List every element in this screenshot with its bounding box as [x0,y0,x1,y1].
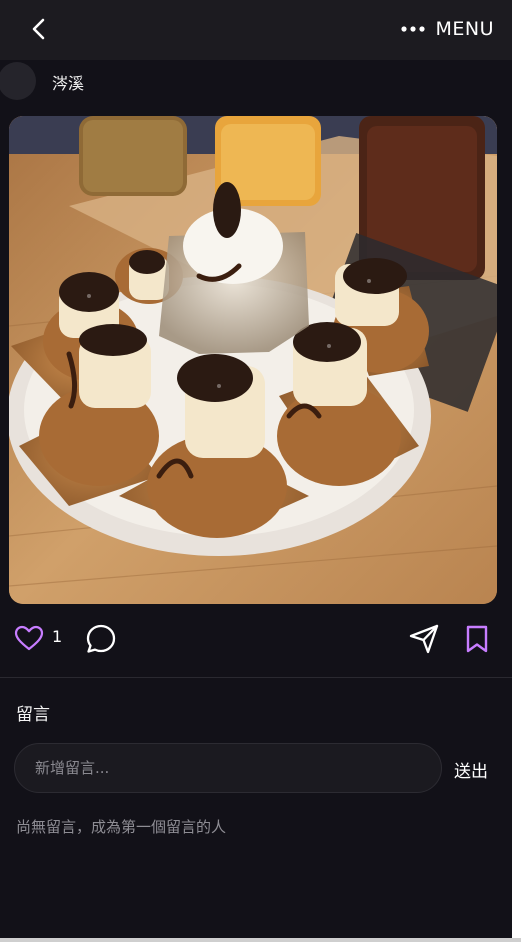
menu-label: MENU [435,18,494,40]
top-bar: MENU [0,0,512,60]
send-button[interactable]: 送出 [454,757,488,782]
back-button[interactable] [24,14,56,46]
bookmark-icon [466,625,488,653]
bookmark-button[interactable] [464,624,490,658]
post-actions [0,615,512,661]
more-horizontal-icon [401,26,426,32]
comment-bubble-icon [86,624,116,653]
author-name[interactable]: 涔溪 [52,70,84,94]
bottom-edge [0,938,521,942]
empty-comments-message: 尚無留言，成為第一個留言的人 [16,818,227,836]
like-button[interactable] [14,625,44,655]
comments-title: 留言 [16,705,50,725]
comment-button[interactable] [85,623,117,659]
chevron-left-icon [32,18,45,40]
share-button[interactable] [408,623,440,659]
post-author[interactable]: 涔溪 [0,60,512,104]
avatar[interactable] [0,62,36,100]
divider [0,677,512,678]
heart-icon [14,625,44,651]
comment-input[interactable] [14,743,442,793]
right-edge-strip [512,0,521,938]
post-photo[interactable] [9,116,497,604]
send-icon [409,624,439,654]
like-count: 1 [52,627,63,646]
menu-button[interactable]: MENU [401,14,494,44]
